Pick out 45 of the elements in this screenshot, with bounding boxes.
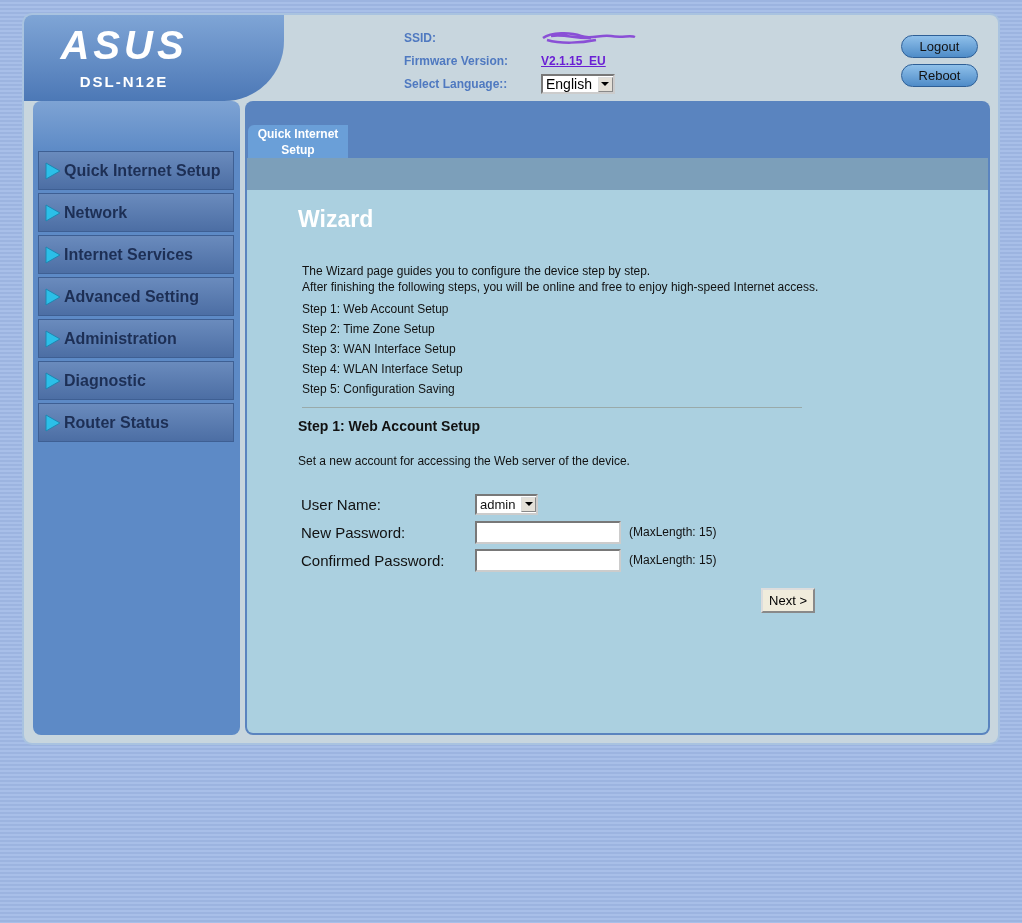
ssid-label: SSID: — [404, 31, 437, 45]
sidebar-item[interactable]: Internet Services — [38, 235, 234, 274]
page-title: Wizard — [298, 206, 375, 233]
step-text: Step 1: Web Account Setup — [301, 301, 450, 318]
triangle-icon — [45, 413, 61, 432]
intro-text: The Wizard page guides you to configure the device step by step. After finishing the following steps, you will be online and free to enjoy high-speed Internet access. — [301, 263, 820, 295]
user-name-select[interactable]: admin — [475, 493, 539, 515]
sidebar-item[interactable]: Administration — [38, 319, 234, 358]
step-text: Step 2: Time Zone Setup — [301, 321, 436, 338]
sidebar-item[interactable]: Network — [38, 193, 234, 232]
triangle-icon — [45, 329, 61, 348]
language-select[interactable]: English — [541, 74, 615, 94]
triangle-icon — [45, 371, 61, 390]
dropdown-icon — [597, 76, 613, 92]
sidebar-item[interactable]: Quick Internet Setup — [38, 151, 234, 190]
password-field[interactable] — [475, 548, 621, 572]
header-button[interactable]: Reboot — [901, 64, 978, 87]
password-field[interactable] — [475, 520, 621, 544]
triangle-icon — [45, 245, 61, 264]
firmware-label: Firmware Version: — [404, 54, 510, 68]
step-text: Step 3: WAN Interface Setup — [301, 341, 457, 358]
step-text: Step 4: WLAN Interface Setup — [301, 361, 464, 378]
header-button[interactable]: Logout — [901, 35, 978, 58]
sidebar-item[interactable]: Advanced Setting — [38, 277, 234, 316]
next-button[interactable]: Next > — [761, 588, 815, 613]
sidebar-item[interactable]: Router Status — [38, 403, 234, 442]
max-length-note: (MaxLength: 15) — [629, 553, 717, 567]
step-text: Step 5: Configuration Saving — [301, 381, 456, 398]
sidebar-item[interactable]: Diagnostic — [38, 361, 234, 400]
triangle-icon — [45, 203, 61, 222]
firmware-version-link[interactable]: V2.1.15_EU — [541, 54, 606, 68]
max-length-note: (MaxLength: 15) — [629, 525, 717, 539]
tab[interactable]: Quick Internet Setup — [248, 125, 348, 158]
section-title: Step 1: Web Account Setup — [298, 418, 481, 434]
model-name: DSL-N12E — [79, 73, 169, 90]
triangle-icon — [45, 161, 61, 180]
logo: ASUS — [60, 25, 188, 65]
language-label: Select Language:: — [404, 77, 509, 91]
section-description: Set a new account for accessing the Web server of the device. — [298, 454, 631, 468]
field-label: Confirmed Password: — [301, 551, 446, 569]
scribble-icon — [541, 30, 637, 46]
dropdown-icon — [521, 496, 537, 512]
field-label: New Password: — [301, 523, 407, 541]
field-label: User Name: — [301, 495, 383, 513]
triangle-icon — [45, 287, 61, 306]
